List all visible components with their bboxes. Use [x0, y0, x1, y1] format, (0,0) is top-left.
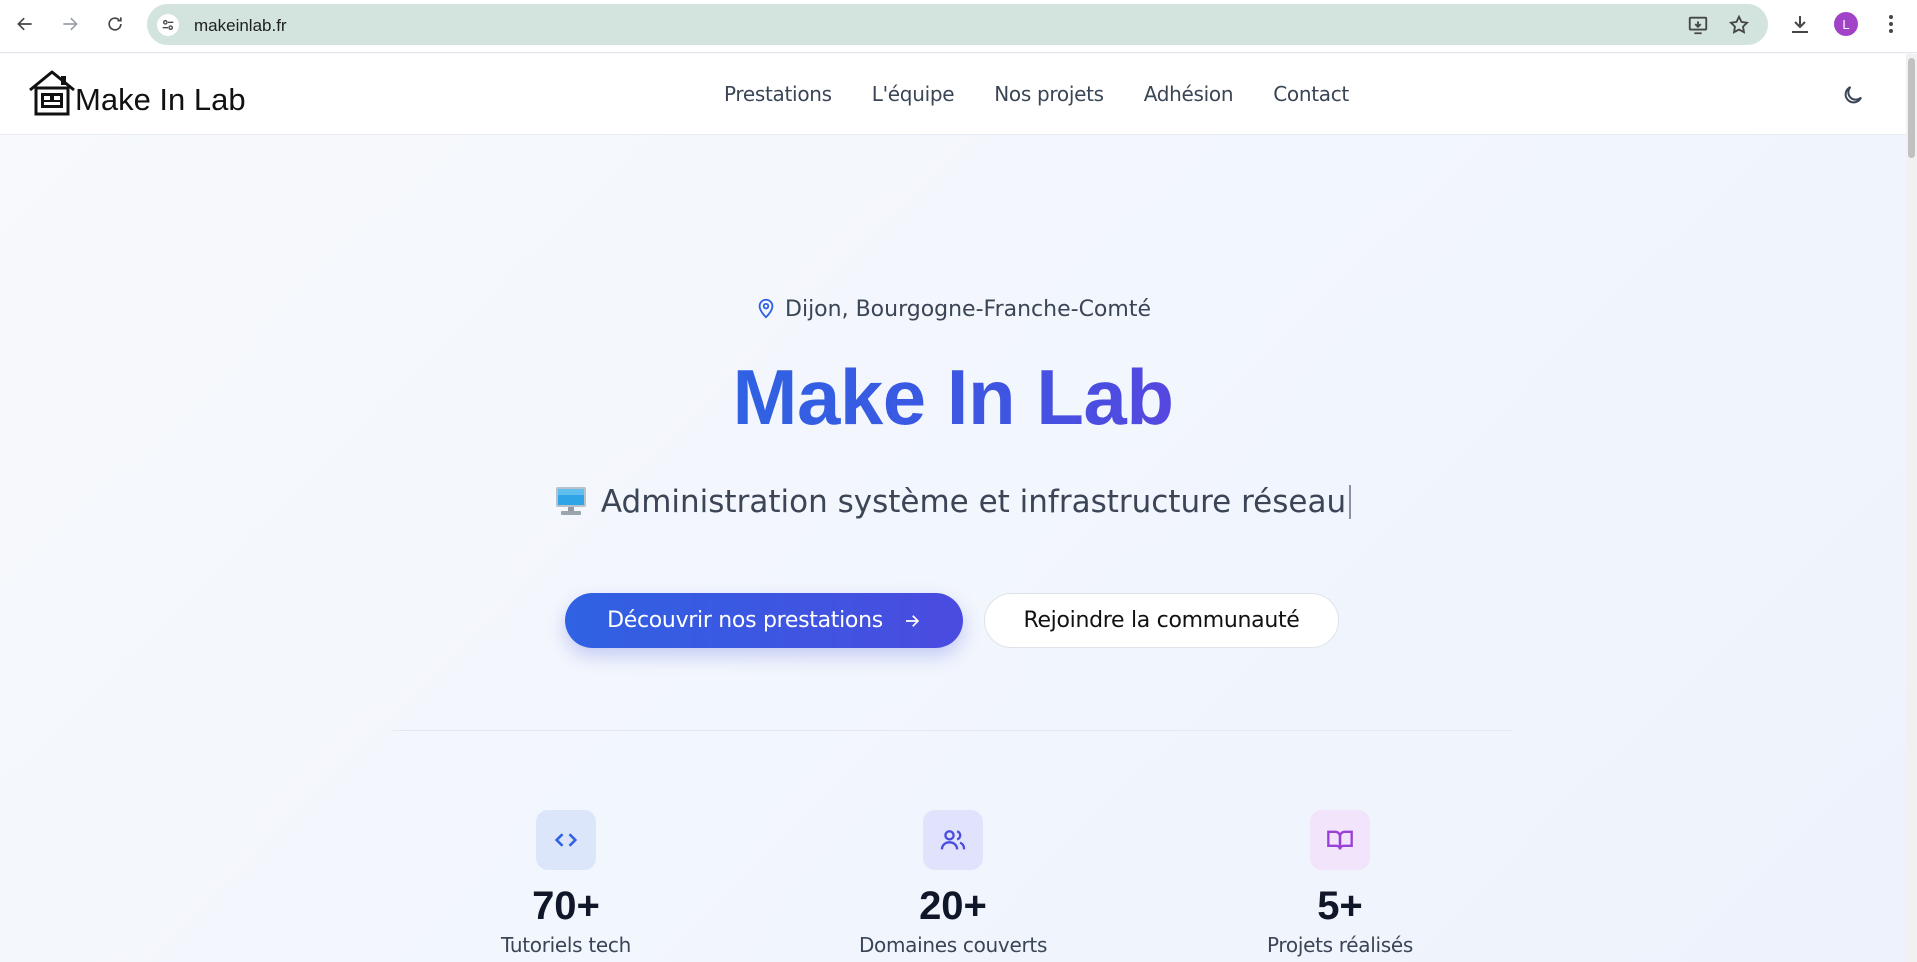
scrollbar-thumb[interactable]	[1908, 58, 1915, 158]
section-divider	[393, 730, 1513, 731]
stat-value: 20+	[919, 884, 987, 928]
nav-contact[interactable]: Contact	[1273, 82, 1349, 106]
browser-toolbar: makeinlab.fr L	[0, 0, 1917, 53]
hero-section: Dijon, Bourgogne-Franche-Comté Make In L…	[0, 135, 1906, 962]
profile-avatar[interactable]: L	[1834, 12, 1858, 36]
hero-title: Make In Lab	[732, 353, 1174, 441]
back-button[interactable]	[9, 8, 41, 40]
stat-tutorials: 70+ Tutoriels tech	[446, 810, 686, 957]
site-header: Make In Lab Prestations L'équipe Nos pro…	[0, 54, 1906, 135]
book-icon	[1310, 810, 1370, 870]
moon-icon[interactable]	[1841, 83, 1865, 107]
code-icon	[536, 810, 596, 870]
hero-tagline: Administration système et infrastructure…	[0, 484, 1906, 520]
menu-kebab-icon[interactable]	[1879, 12, 1903, 36]
location-line: Dijon, Bourgogne-Franche-Comté	[0, 296, 1906, 322]
site-logo[interactable]: Make In Lab	[27, 68, 246, 118]
url-text[interactable]: makeinlab.fr	[194, 16, 287, 36]
desktop-computer-icon	[555, 487, 586, 515]
logo-text: Make In Lab	[75, 82, 246, 117]
discover-services-label: Découvrir nos prestations	[607, 608, 883, 633]
forward-button[interactable]	[54, 8, 86, 40]
house-logo-icon	[29, 70, 75, 116]
main-navigation: Prestations L'équipe Nos projets Adhésio…	[724, 82, 1349, 106]
stat-value: 70+	[532, 884, 600, 928]
discover-services-button[interactable]: Découvrir nos prestations	[565, 593, 963, 648]
nav-equipe[interactable]: L'équipe	[872, 82, 955, 106]
stat-label: Domaines couverts	[858, 933, 1048, 957]
nav-adhesion[interactable]: Adhésion	[1144, 82, 1234, 106]
location-text: Dijon, Bourgogne-Franche-Comté	[785, 297, 1151, 322]
install-app-icon[interactable]	[1687, 14, 1709, 36]
nav-projets[interactable]: Nos projets	[994, 82, 1104, 106]
typing-caret	[1349, 485, 1352, 519]
bookmark-star-icon[interactable]	[1728, 14, 1750, 36]
stat-domains: 20+ Domaines couverts	[833, 810, 1073, 957]
join-community-label: Rejoindre la communauté	[1023, 608, 1300, 633]
tagline-text: Administration système et infrastructure…	[600, 484, 1347, 520]
downloads-icon[interactable]	[1788, 12, 1812, 36]
stat-label: Tutoriels tech	[501, 933, 631, 957]
map-pin-icon	[758, 298, 774, 319]
join-community-button[interactable]: Rejoindre la communauté	[984, 593, 1339, 648]
nav-prestations[interactable]: Prestations	[724, 82, 832, 106]
users-icon	[923, 810, 983, 870]
stat-value: 5+	[1317, 884, 1363, 928]
site-settings-icon[interactable]	[157, 14, 179, 36]
reload-button[interactable]	[99, 8, 131, 40]
arrow-right-icon	[905, 614, 920, 627]
stat-label: Projets réalisés	[1266, 933, 1413, 957]
stat-projects: 5+ Projets réalisés	[1220, 810, 1460, 957]
address-bar[interactable]: makeinlab.fr	[147, 4, 1768, 45]
page-scrollbar[interactable]	[1906, 54, 1917, 962]
